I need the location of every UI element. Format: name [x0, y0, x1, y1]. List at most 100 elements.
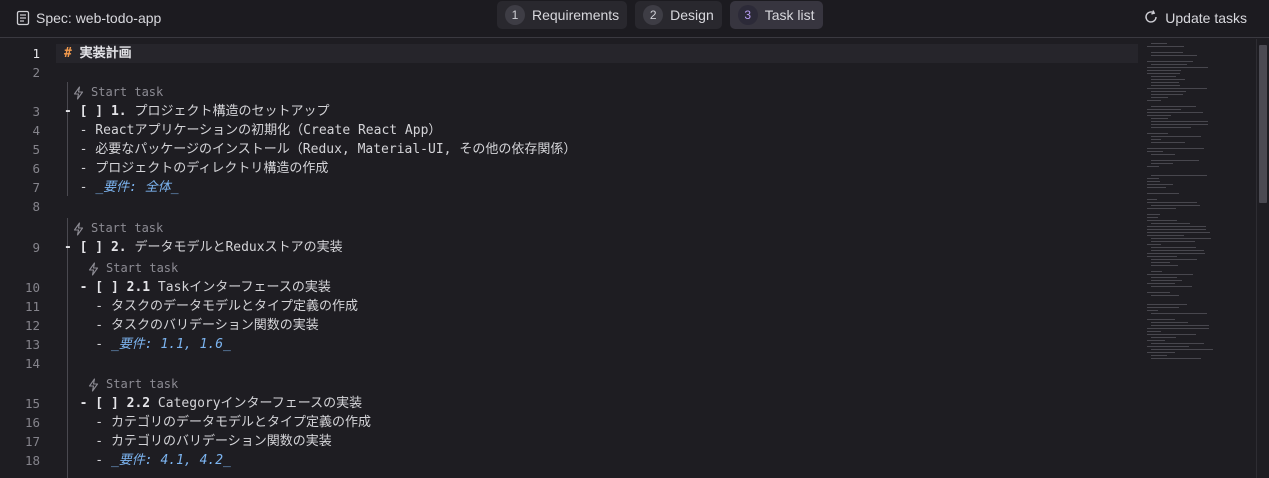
minimap-line [1147, 115, 1171, 116]
start-task-codelens[interactable]: Start task [72, 84, 163, 101]
minimap-line [1147, 133, 1168, 134]
subtask-line: - [ ] 2.2 Categoryインターフェースの実装 [64, 394, 362, 413]
minimap-line [1147, 283, 1175, 284]
line-number: 5 [32, 142, 40, 157]
minimap-line [1147, 73, 1180, 74]
requirement-line: - _要件: 全体_ [64, 178, 179, 197]
minimap-line [1151, 313, 1207, 314]
lightning-icon [72, 221, 85, 236]
minimap-line [1147, 151, 1163, 152]
start-task-label: Start task [106, 261, 179, 275]
minimap-line [1151, 124, 1208, 125]
minimap-line [1147, 193, 1179, 194]
task-checkbox: - [ ] [64, 280, 127, 295]
minimap-line [1147, 199, 1157, 200]
minimap-line [1151, 325, 1209, 326]
line-number: 8 [32, 199, 40, 214]
minimap-line [1147, 253, 1205, 254]
start-task-label: Start task [91, 221, 164, 235]
minimap-line [1151, 106, 1196, 107]
requirement-line: - _要件: 4.1, 4.2_ [64, 451, 231, 470]
line-number: 12 [24, 318, 40, 333]
step-design[interactable]: 2 Design [635, 1, 722, 29]
minimap-line [1147, 148, 1204, 149]
task-line: - [ ] 2. データモデルとReduxストアの実装 [64, 238, 343, 257]
step-requirements[interactable]: 1 Requirements [497, 1, 628, 29]
minimap-line [1151, 52, 1183, 53]
start-task-codelens[interactable]: Start task [87, 260, 178, 277]
task-line: - [ ] 1. プロジェクト構造のセットアップ [64, 102, 329, 121]
spec-title-label: Spec: web-todo-app [36, 10, 162, 26]
minimap-line [1147, 328, 1209, 329]
list-dash: - [64, 180, 96, 195]
minimap-line [1151, 355, 1167, 356]
minimap-line [1151, 163, 1173, 164]
scrollbar-thumb[interactable] [1259, 45, 1267, 203]
line-number: 15 [24, 396, 40, 411]
minimap-line [1151, 142, 1185, 143]
minimap-line [1151, 241, 1195, 242]
minimap-line [1151, 358, 1201, 359]
minimap-line [1147, 220, 1177, 221]
start-task-codelens[interactable]: Start task [72, 220, 163, 237]
minimap-line [1147, 70, 1181, 71]
minimap-line [1151, 238, 1211, 239]
line-number: 2 [32, 65, 40, 80]
task-title: プロジェクト構造のセットアップ [126, 104, 330, 119]
minimap-line [1151, 55, 1197, 56]
minimap-line [1147, 229, 1206, 230]
step-number: 2 [643, 5, 664, 25]
minimap-line [1151, 247, 1196, 248]
line-number: 7 [32, 180, 40, 195]
start-task-label: Start task [91, 85, 164, 99]
minimap-line [1151, 343, 1204, 344]
minimap-line [1151, 118, 1168, 119]
minimap-line [1151, 85, 1180, 86]
minimap-line [1147, 202, 1197, 203]
minimap-line [1151, 322, 1188, 323]
line-number: 18 [24, 453, 40, 468]
line-number: 3 [32, 104, 40, 119]
task-title: データモデルとReduxストアの実装 [126, 240, 343, 255]
minimap[interactable] [1143, 39, 1255, 478]
line-number: 1 [32, 46, 40, 61]
heading-marker: # [64, 46, 72, 61]
step-number: 3 [737, 5, 758, 25]
minimap-line [1147, 226, 1206, 227]
minimap-line [1147, 187, 1166, 188]
minimap-line [1151, 121, 1208, 122]
refresh-icon [1143, 9, 1159, 28]
code-editor[interactable]: 1 2 3 4 5 6 7 8 9 10 11 12 13 14 15 16 1… [0, 39, 1269, 478]
step-label: Design [670, 7, 714, 23]
minimap-line [1147, 184, 1173, 185]
heading-text: 実装計画 [71, 46, 132, 61]
start-task-codelens[interactable]: Start task [87, 376, 178, 393]
minimap-line [1147, 256, 1177, 257]
task-title: Taskインターフェースの実装 [150, 280, 331, 295]
minimap-line [1151, 349, 1213, 350]
spec-steps: 1 Requirements 2 Design 3 Task list [497, 1, 823, 29]
requirement-ref: _要件: 1.1, 1.6_ [110, 337, 231, 352]
minimap-line [1147, 178, 1159, 179]
code-line: - カテゴリのバリデーション関数の実装 [64, 434, 332, 449]
minimap-line [1147, 67, 1208, 68]
minimap-line [1147, 232, 1210, 233]
minimap-line [1147, 109, 1181, 110]
task-number: 2. [110, 240, 127, 255]
lightning-icon [87, 377, 100, 392]
update-tasks-button[interactable]: Update tasks [1143, 7, 1247, 29]
requirement-line: - _要件: 1.1, 1.6_ [64, 335, 231, 354]
minimap-line [1147, 208, 1176, 209]
vertical-scrollbar[interactable] [1256, 39, 1268, 478]
task-checkbox: - [ ] [64, 396, 127, 411]
line-number: 16 [24, 415, 40, 430]
code-line: - Reactアプリケーションの初期化（Create React App） [64, 123, 442, 138]
minimap-line [1147, 181, 1160, 182]
minimap-line [1151, 286, 1192, 287]
update-tasks-label: Update tasks [1165, 10, 1247, 26]
task-checkbox: - [ ] [64, 240, 111, 255]
minimap-line [1151, 160, 1199, 161]
minimap-line [1147, 304, 1187, 305]
step-task-list[interactable]: 3 Task list [729, 1, 823, 29]
minimap-line [1151, 43, 1167, 44]
